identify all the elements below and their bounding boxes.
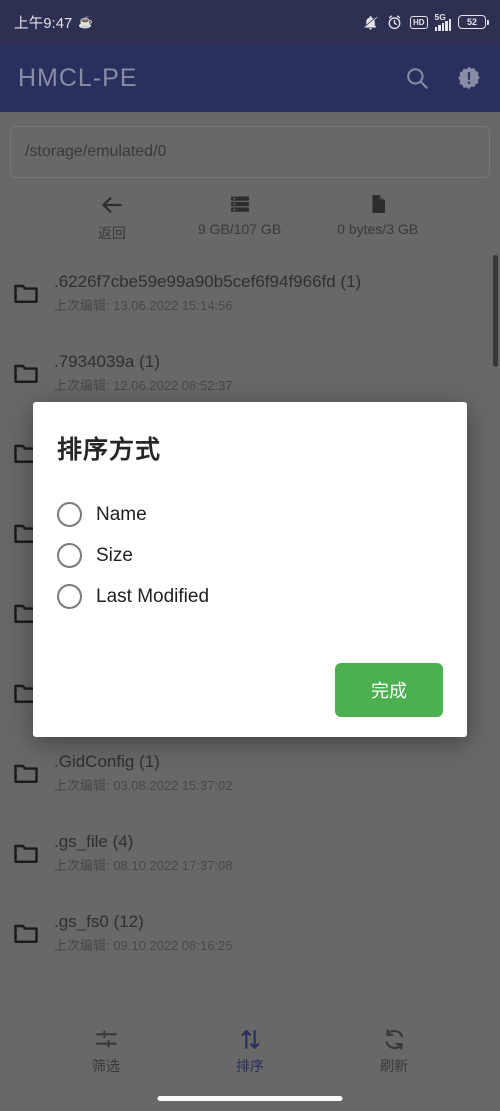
radio-icon [57, 502, 82, 527]
sort-option-size[interactable]: Size [57, 543, 443, 568]
done-button[interactable]: 完成 [335, 663, 443, 717]
sort-option-group: Name Size Last Modified [57, 502, 443, 609]
radio-icon [57, 543, 82, 568]
sort-option-label: Last Modified [96, 585, 210, 607]
sort-dialog: 排序方式 Name Size Last Modified 完成 [33, 402, 467, 737]
sort-option-last-modified[interactable]: Last Modified [57, 584, 443, 609]
sort-option-label: Size [96, 544, 133, 566]
dialog-actions: 完成 [57, 663, 443, 717]
sort-option-name[interactable]: Name [57, 502, 443, 527]
sort-option-label: Name [96, 503, 147, 525]
radio-icon [57, 584, 82, 609]
dialog-title: 排序方式 [57, 436, 162, 464]
